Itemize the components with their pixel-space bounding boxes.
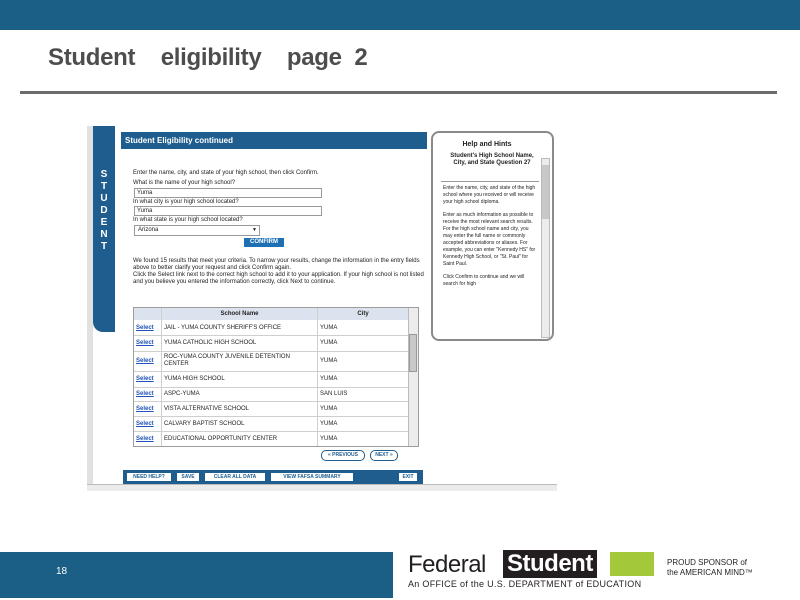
- confirm-button[interactable]: CONFIRM: [244, 238, 284, 247]
- school-city-input[interactable]: Yuma: [134, 206, 322, 216]
- next-button[interactable]: NEXT »: [370, 450, 398, 461]
- results-message: We found 15 results that meet your crite…: [133, 258, 425, 286]
- view-fafsa-summary-button[interactable]: VIEW FAFSA SUMMARY: [271, 473, 353, 481]
- sidebar-letter: D: [100, 205, 108, 216]
- help-title: Help and Hints: [462, 141, 512, 148]
- next-label: NEXT: [375, 452, 389, 458]
- city-cell: YUMA: [320, 325, 338, 331]
- select-link[interactable]: Select: [136, 391, 154, 397]
- table-header: School Name City: [134, 308, 418, 320]
- school-name-cell: CALVARY BAPTIST SCHOOL: [164, 421, 245, 427]
- chevron-down-icon: ▼: [252, 227, 257, 233]
- column-divider: [161, 308, 162, 446]
- column-header-school-name: School Name: [220, 311, 259, 317]
- table-row: Select ROC-YUMA COUNTY JUVENILE DETENTIO…: [134, 352, 408, 372]
- select-link[interactable]: Select: [136, 358, 154, 364]
- screenshot-status-bar: [87, 484, 557, 491]
- school-state-select[interactable]: Arizona ▼: [134, 225, 260, 236]
- school-state-label: In what state is your high school locate…: [133, 217, 243, 223]
- school-name-cell: ASPC-YUMA: [164, 391, 200, 397]
- sidebar-letter: N: [100, 229, 108, 240]
- select-link[interactable]: Select: [136, 406, 154, 412]
- sidebar-letter: T: [100, 241, 108, 252]
- form-header: Student Eligibility continued: [121, 132, 427, 149]
- slide-title: Student eligibility page 2: [48, 44, 368, 71]
- school-name-cell: YUMA HIGH SCHOOL: [164, 376, 225, 382]
- top-banner: [0, 0, 800, 30]
- previous-button[interactable]: « PREVIOUS: [321, 450, 365, 461]
- select-link[interactable]: Select: [136, 421, 154, 427]
- school-name-label: What is the name of your high school?: [133, 180, 236, 186]
- select-link[interactable]: Select: [136, 340, 154, 346]
- sidebar-letter: U: [100, 193, 108, 204]
- city-cell: YUMA: [320, 436, 338, 442]
- table-row: Select EDUCATIONAL OPPORTUNITY CENTER YU…: [134, 432, 408, 446]
- table-row: Select CALVARY BAPTIST SCHOOL YUMA: [134, 417, 408, 432]
- sponsor-line: PROUD SPONSOR of: [667, 558, 748, 567]
- column-header-city: City: [357, 311, 369, 317]
- exit-button[interactable]: EXIT: [399, 473, 417, 481]
- title-divider: [20, 91, 777, 94]
- page-number: 18: [56, 566, 68, 577]
- help-paragraph: Click Confirm to continue and we will se…: [443, 274, 525, 287]
- sponsor-line: the AMERICAN MIND™: [667, 568, 753, 577]
- sidebar-label: S T U D E N T: [93, 169, 115, 253]
- logo-federal-text: Federal: [408, 551, 486, 578]
- form-instruction: Enter the name, city, and state of your …: [133, 170, 319, 176]
- city-cell: YUMA: [320, 406, 338, 412]
- table-row: Select YUMA CATHOLIC HIGH SCHOOL YUMA: [134, 336, 408, 352]
- table-scrollbar[interactable]: [408, 308, 418, 446]
- table-row: Select JAIL - YUMA COUNTY SHERIFF'S OFFI…: [134, 321, 408, 336]
- column-divider: [317, 308, 318, 446]
- logo-subtitle: An OFFICE of the U.S. DEPARTMENT of EDUC…: [408, 579, 642, 589]
- help-divider: [441, 181, 539, 182]
- help-scrollbar[interactable]: [541, 158, 550, 338]
- save-button[interactable]: SAVE: [177, 473, 199, 481]
- help-scroll-thumb[interactable]: [542, 165, 549, 219]
- city-cell: SAN LUIS: [320, 391, 348, 397]
- table-row: Select VISTA ALTERNATIVE SCHOOL YUMA: [134, 402, 408, 417]
- city-cell: YUMA: [320, 376, 338, 382]
- select-link[interactable]: Select: [136, 325, 154, 331]
- select-link[interactable]: Select: [136, 436, 154, 442]
- table-row: Select ASPC-YUMA SAN LUIS: [134, 388, 408, 402]
- school-city-label: In what city is your high school located…: [133, 199, 239, 205]
- table-scroll-thumb[interactable]: [409, 334, 417, 372]
- sidebar-letter: E: [100, 217, 108, 228]
- help-paragraph: Enter as much information as possible to…: [443, 212, 536, 267]
- help-question-title: Student's High School Name, City, and St…: [450, 153, 534, 166]
- clear-all-data-button[interactable]: CLEAR ALL DATA: [205, 473, 265, 481]
- school-name-input[interactable]: Yuma: [134, 188, 322, 198]
- city-cell: YUMA: [320, 340, 338, 346]
- school-name-cell: YUMA CATHOLIC HIGH SCHOOL: [164, 340, 257, 346]
- school-name-cell: EDUCATIONAL OPPORTUNITY CENTER: [164, 436, 278, 442]
- logo-student-text: Student: [503, 550, 597, 578]
- need-help-button[interactable]: NEED HELP?: [127, 473, 171, 481]
- school-name-cell: VISTA ALTERNATIVE SCHOOL: [164, 406, 250, 412]
- select-help-text: Click the Select link next to the correc…: [133, 272, 424, 285]
- results-count-text: We found 15 results that meet your crite…: [133, 258, 420, 271]
- school-state-value: Arizona: [138, 227, 159, 233]
- sponsor-tagline: PROUD SPONSOR of the AMERICAN MIND™: [667, 558, 797, 578]
- city-cell: YUMA: [320, 358, 338, 364]
- select-link[interactable]: Select: [136, 376, 154, 382]
- sidebar-letter: S: [100, 169, 108, 180]
- table-row: Select YUMA HIGH SCHOOL YUMA: [134, 372, 408, 388]
- help-paragraph: Enter the name, city, and state of the h…: [443, 185, 536, 205]
- fafsa-screenshot: S T U D E N T Student Eligibility contin…: [87, 126, 557, 491]
- city-cell: YUMA: [320, 421, 338, 427]
- sidebar-letter: T: [100, 181, 108, 192]
- previous-label: PREVIOUS: [332, 452, 358, 458]
- logo-green-block: [610, 552, 654, 576]
- help-body: Enter the name, city, and state of the h…: [443, 185, 537, 294]
- form-action-bar: NEED HELP? SAVE CLEAR ALL DATA VIEW FAFS…: [123, 470, 423, 484]
- help-hints-panel: Help and Hints Student's High School Nam…: [431, 131, 554, 341]
- school-name-cell: JAIL - YUMA COUNTY SHERIFF'S OFFICE: [164, 325, 282, 331]
- school-name-cell: ROC-YUMA COUNTY JUVENILE DETENTION CENTE…: [164, 354, 290, 367]
- school-results-table: School Name City Select JAIL - YUMA COUN…: [133, 307, 419, 447]
